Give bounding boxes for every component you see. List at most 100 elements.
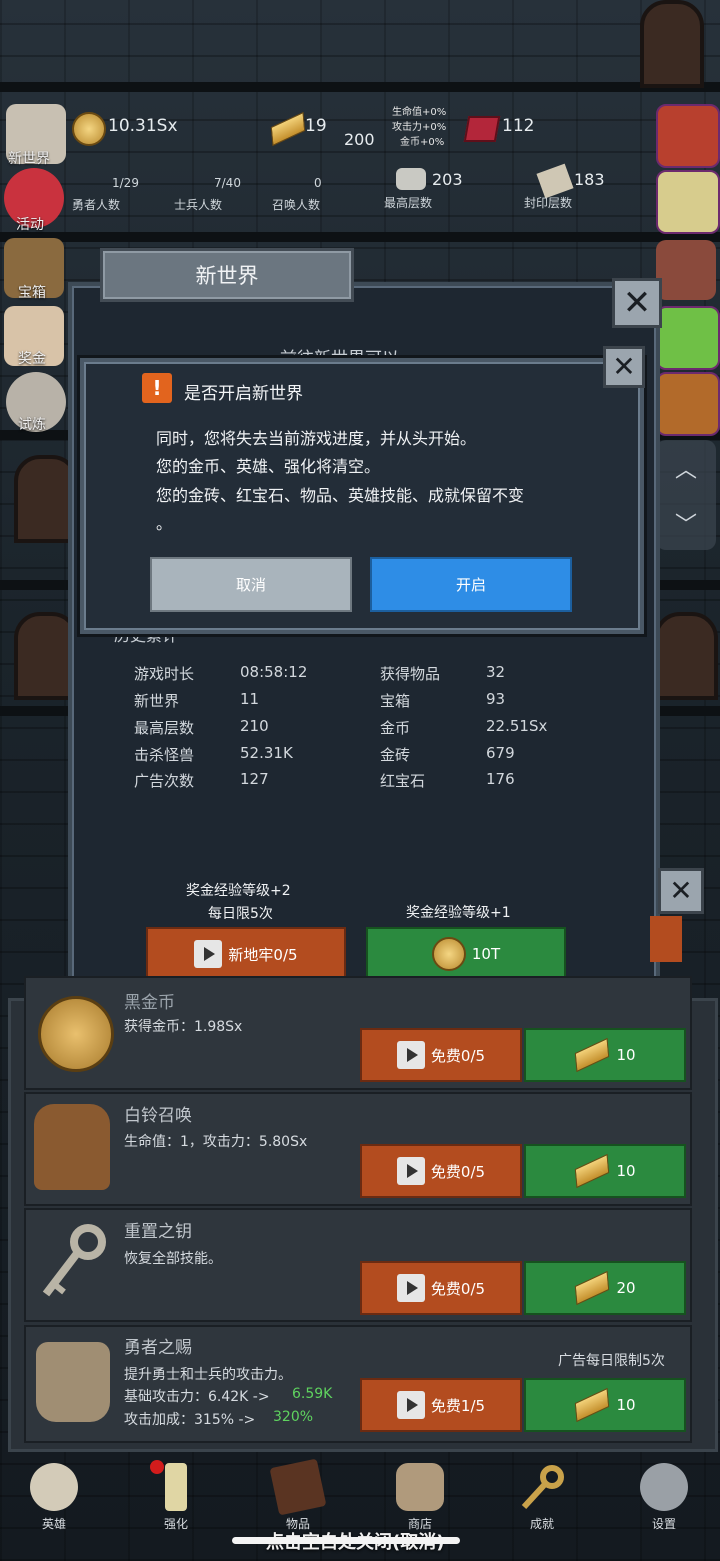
scroll-arrows[interactable]: ︿ ﹀: [656, 440, 716, 550]
current-floor: 200: [344, 130, 375, 149]
free-label: 免费0/5: [430, 1279, 486, 1298]
dialog-line3: 您的金砖、红宝石、物品、英雄技能、成就保留不变: [156, 486, 525, 505]
book-icon: [269, 1458, 327, 1516]
item-desc: 获得金币：1.98Sx: [124, 1019, 243, 1035]
home-indicator[interactable]: [232, 1537, 460, 1544]
cancel-button[interactable]: 取消: [150, 557, 352, 612]
skull-icon: [30, 1463, 78, 1511]
stat-label: 金砖: [380, 746, 411, 764]
max-floor-value: 203: [432, 170, 463, 189]
panel-title-tab: 新世界: [100, 248, 354, 302]
nav-label: 成就: [529, 1517, 554, 1531]
nav-items[interactable]: 物品: [258, 1452, 338, 1532]
stat-label: 最高层数: [134, 719, 195, 737]
atk-base-label: 基础攻击力：6.42K ->: [124, 1389, 270, 1405]
buy-button[interactable]: 20: [524, 1261, 686, 1315]
buy-button[interactable]: 10: [524, 1028, 686, 1082]
free-button[interactable]: 免费0/5: [360, 1028, 522, 1082]
video-icon: [194, 940, 223, 968]
gold-bar-icon: [575, 1270, 610, 1306]
atk-base-new: 6.59K: [292, 1386, 333, 1402]
free-button[interactable]: 免费0/5: [360, 1261, 522, 1315]
gold-bar-icon: [575, 1387, 610, 1423]
buy-button[interactable]: 10: [524, 1378, 686, 1432]
candle-icon[interactable]: [656, 170, 720, 234]
panel-close-icon[interactable]: ✕: [612, 278, 662, 328]
dialog-line2: 您的金币、英雄、强化将清空。: [156, 457, 381, 476]
free-button[interactable]: 免费1/5: [360, 1378, 522, 1432]
item-title: 黑金币: [124, 993, 175, 1013]
nav-label: 强化: [163, 1517, 188, 1531]
cost-label: 20: [616, 1279, 636, 1297]
stat-label: 游戏时长: [134, 665, 195, 683]
candle-icon: [165, 1463, 187, 1511]
bonus-left-line2: 每日限5次: [208, 906, 273, 922]
sealed-floor-value: 183: [574, 170, 605, 189]
video-icon: [396, 1041, 425, 1069]
dialog-line4: 。: [156, 514, 173, 533]
stat-value: 22.51Sx: [486, 717, 548, 735]
item-desc: 提升勇士和士兵的攻击力。: [124, 1367, 292, 1383]
item-title: 勇者之赐: [124, 1338, 192, 1358]
ad-limit-note: 广告每日限制5次: [558, 1353, 665, 1369]
item-title: 白铃召唤: [124, 1106, 192, 1126]
nav-label: 英雄: [41, 1517, 66, 1531]
gear-icon: [640, 1463, 688, 1511]
item-desc: 生命值：1，攻击力：5.80Sx: [124, 1134, 308, 1150]
summon-hero-icon: [34, 1104, 110, 1190]
dialog-line1: 同时，您将失去当前游戏进度，并从头开始。: [156, 429, 477, 448]
dialog-close-icon[interactable]: ✕: [603, 346, 645, 388]
stat-value: 93: [486, 690, 506, 708]
heroes-count: 1/29: [112, 176, 139, 190]
dialog-title: 是否开启新世界: [184, 384, 303, 404]
stone-icon: [396, 168, 426, 190]
pumpkin-icon[interactable]: [656, 104, 720, 168]
slime-icon[interactable]: [656, 306, 720, 370]
gold-bar-icon: [575, 1037, 610, 1073]
key-icon: [518, 1463, 566, 1511]
nav-upgrade[interactable]: 强化: [136, 1452, 216, 1532]
gold-amount: 10.31Sx: [108, 116, 178, 136]
nav-settings[interactable]: 设置: [624, 1452, 704, 1532]
new-dungeon-button[interactable]: 新地牢0/5: [146, 927, 346, 981]
hidden-orange-button[interactable]: [650, 916, 682, 962]
hero-portrait-icon[interactable]: [656, 372, 720, 436]
video-icon: [396, 1157, 425, 1185]
drum-icon[interactable]: [656, 240, 716, 300]
ruby-amount: 112: [502, 116, 535, 136]
ruby-icon: [463, 116, 501, 142]
free-label: 免费0/5: [430, 1162, 486, 1181]
nav-achievements[interactable]: 成就: [502, 1452, 582, 1532]
atk-bonus-label: 攻击加成：315% ->: [124, 1412, 256, 1428]
summons-count: 0: [314, 176, 322, 190]
stat-value: 176: [486, 770, 515, 788]
list-close-icon[interactable]: ✕: [658, 868, 704, 914]
atk-bonus-new: 320%: [273, 1409, 314, 1425]
confirm-button[interactable]: 开启: [370, 557, 572, 612]
chevron-down-icon[interactable]: ﹀: [675, 507, 697, 539]
stat-value: 11: [240, 690, 260, 708]
chest-side-label: 宝箱: [18, 285, 46, 301]
video-icon: [396, 1274, 425, 1302]
gold-bar-icon: [575, 1153, 610, 1189]
free-button[interactable]: 免费0/5: [360, 1144, 522, 1198]
buff-gold: 金币+0%: [400, 137, 445, 148]
new-dungeon-label: 新地牢0/5: [228, 945, 298, 964]
gold-coin-icon: [38, 996, 114, 1072]
gold-exchange-button[interactable]: 10T: [366, 927, 566, 981]
stat-value: 210: [240, 717, 269, 735]
nav-heroes[interactable]: 英雄: [14, 1452, 94, 1532]
stat-label: 红宝石: [380, 772, 426, 790]
sealed-floor-label: 封印层数: [524, 196, 573, 210]
door-icon: [654, 612, 718, 700]
buy-button[interactable]: 10: [524, 1144, 686, 1198]
soldiers-label: 士兵人数: [174, 198, 223, 212]
stat-value: 52.31K: [240, 744, 293, 762]
cost-label: 10: [616, 1396, 636, 1414]
cost-label: 10: [616, 1046, 636, 1064]
stat-label: 金币: [380, 719, 411, 737]
chevron-up-icon[interactable]: ︿: [675, 452, 697, 484]
stat-label: 新世界: [134, 692, 180, 710]
stat-label: 获得物品: [380, 665, 441, 683]
nav-shop[interactable]: 商店: [380, 1452, 460, 1532]
